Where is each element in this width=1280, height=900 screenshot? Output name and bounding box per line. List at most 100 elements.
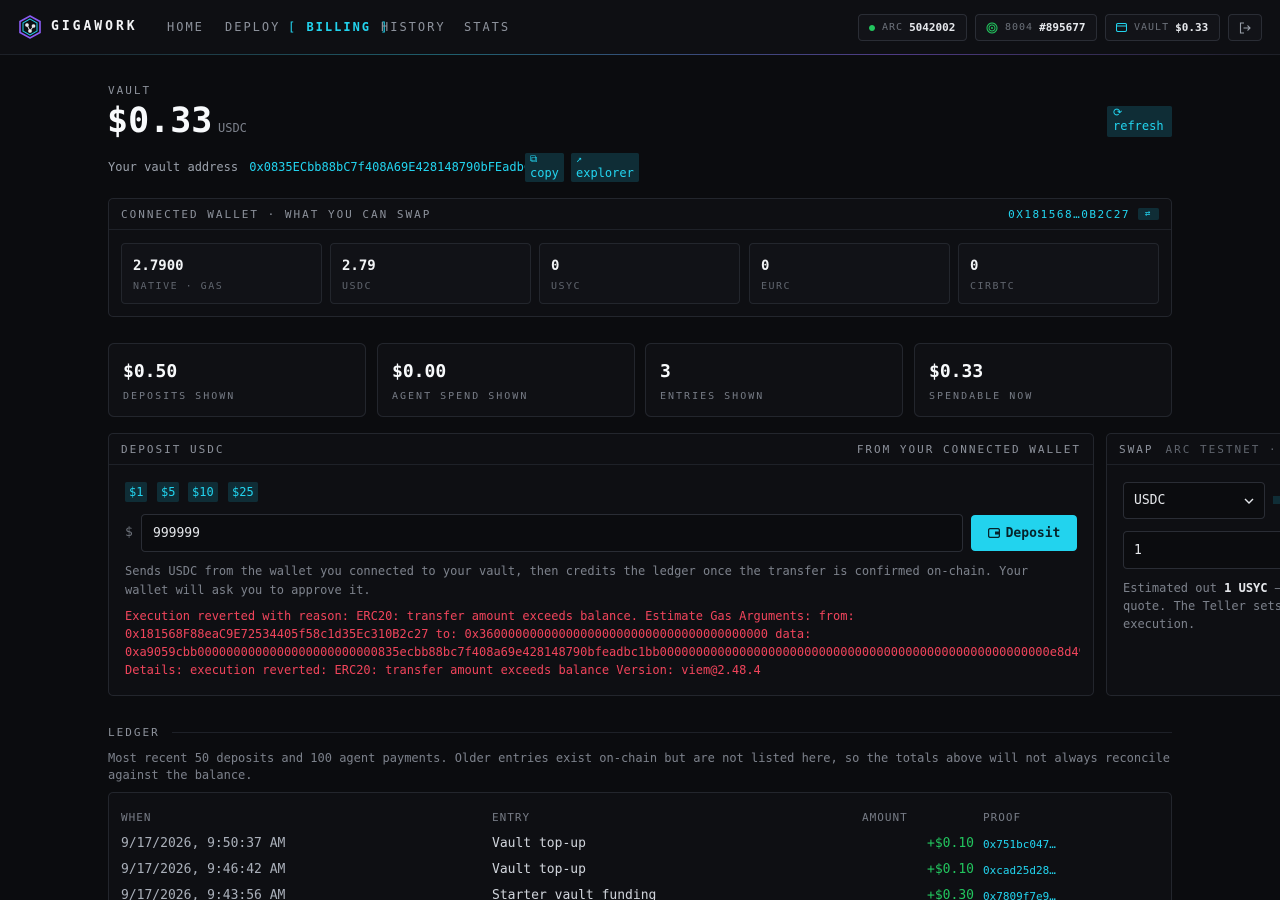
- nav-link-home[interactable]: HOME: [167, 20, 204, 34]
- row-proof-link[interactable]: 0x751bc047…: [983, 838, 1056, 851]
- row-proof-link[interactable]: 0x7809f7e9…: [983, 890, 1056, 900]
- stat-label: AGENT SPEND SHOWN: [392, 391, 529, 402]
- vault-pill-value: $0.33: [1175, 21, 1209, 34]
- gigawork-logo-icon[interactable]: [19, 15, 41, 39]
- agent-id-value: #895677: [1039, 21, 1086, 34]
- token-label: NATIVE · GAS: [133, 281, 224, 292]
- swap-estimate-line-2: quote. The Teller sets: [1123, 599, 1280, 613]
- nav-glow-divider: [0, 54, 1280, 55]
- deposit-button-label: Deposit: [1005, 525, 1061, 541]
- arc-chain-value: 5042002: [909, 21, 956, 34]
- preset-chip-10[interactable]: $10: [188, 482, 218, 502]
- stat-label: SPENDABLE NOW: [929, 391, 1034, 402]
- swap-direction-button[interactable]: [1273, 496, 1280, 504]
- swap-network: ARC TESTNET ·: [1165, 442, 1278, 456]
- swap-token-select[interactable]: USDC: [1123, 482, 1265, 519]
- row-when: 9/17/2026, 9:46:42 AM: [121, 862, 286, 877]
- nav-bracket-left: [: [288, 20, 307, 34]
- swap-estimate-prefix: Estimated out: [1123, 581, 1217, 595]
- nav-link-billing[interactable]: [ BILLING ]: [288, 20, 389, 34]
- token-card-usyc: 0 USYC: [539, 243, 740, 304]
- row-when: 9/17/2026, 9:50:37 AM: [121, 836, 286, 851]
- error-line: 0xa9059cbb0000000000000000000000000835ec…: [125, 645, 1080, 659]
- copy-label: copy: [530, 166, 559, 180]
- token-balance: 0: [761, 258, 770, 274]
- arc-chain-pill[interactable]: ARC 5042002: [858, 14, 967, 41]
- swap-estimate-line: Estimated out 1 USYC —: [1123, 579, 1280, 597]
- deposit-amount-input[interactable]: [141, 514, 963, 552]
- nav-link-billing-label: BILLING: [306, 20, 372, 34]
- row-amount: +$0.10: [927, 862, 974, 877]
- token-card-cirbtc: 0 CIRBTC: [958, 243, 1159, 304]
- connected-wallet-address[interactable]: 0X181568…0B2C27: [1008, 208, 1130, 221]
- copy-address-button[interactable]: ⧉ copy: [525, 153, 564, 182]
- switch-wallet-icon[interactable]: ⇄: [1138, 208, 1159, 220]
- fingerprint-icon: [986, 22, 998, 33]
- nav-link-stats[interactable]: STATS: [464, 20, 510, 34]
- stat-spendable: $0.33 SPENDABLE NOW: [914, 343, 1172, 417]
- deposit-title: DEPOSIT USDC: [121, 442, 225, 456]
- refresh-button[interactable]: ⟳ refresh: [1107, 106, 1172, 137]
- column-header-when: WHEN: [121, 811, 152, 824]
- explorer-label: explorer: [576, 166, 634, 180]
- vault-balance-pill[interactable]: VAULT $0.33: [1105, 14, 1220, 41]
- preset-chip-5[interactable]: $5: [157, 482, 180, 502]
- external-link-icon: ↗: [576, 154, 583, 165]
- swap-estimate-value: 1 USYC: [1224, 581, 1268, 595]
- status-dot-icon: [869, 24, 875, 31]
- token-balance: 0: [551, 258, 560, 274]
- preset-chip-25[interactable]: $25: [228, 482, 258, 502]
- column-header-amount: AMOUNT: [862, 811, 908, 824]
- row-entry: Vault top-up: [492, 836, 586, 851]
- vault-address[interactable]: 0x0835ECbb88bC7f408A69E428148790bFEadbC1…: [249, 160, 552, 174]
- brand-name[interactable]: GIGAWORK: [51, 19, 138, 34]
- stat-agent-spend: $0.00 AGENT SPEND SHOWN: [377, 343, 635, 417]
- error-line: Details: execution reverted: ERC20: tran…: [125, 663, 761, 677]
- arc-chain-label: ARC: [882, 22, 904, 33]
- swap-estimate-line-3: execution.: [1123, 617, 1196, 631]
- vault-unit: USDC: [218, 121, 247, 135]
- column-header-proof: PROOF: [983, 811, 1022, 824]
- stat-deposits: $0.50 DEPOSITS SHOWN: [108, 343, 366, 417]
- stat-value: $0.33: [929, 361, 984, 382]
- vault-address-prefix: Your vault address: [108, 160, 239, 174]
- stat-value: $0.50: [123, 361, 178, 382]
- token-balance: 2.79: [342, 258, 376, 274]
- swap-header: SWAP ARC TESTNET ·: [1107, 434, 1280, 465]
- currency-symbol: $: [125, 525, 133, 540]
- token-balance: 0: [970, 258, 979, 274]
- stat-entries: 3 ENTRIES SHOWN: [645, 343, 903, 417]
- deposit-button[interactable]: Deposit: [971, 515, 1077, 551]
- logout-button[interactable]: [1228, 14, 1262, 41]
- deposit-subtitle: FROM YOUR CONNECTED WALLET: [856, 442, 1081, 456]
- nav-link-deploy[interactable]: DEPLOY: [225, 20, 280, 34]
- vault-address-line: Your vault address 0x0835ECbb88bC7f408A6…: [108, 160, 553, 174]
- connected-wallet-header: CONNECTED WALLET · WHAT YOU CAN SWAP 0X1…: [109, 199, 1171, 230]
- token-label: EURC: [761, 281, 792, 292]
- row-amount: +$0.10: [927, 836, 974, 851]
- token-label: USYC: [551, 281, 582, 292]
- agent-id-pill[interactable]: 8004 #895677: [975, 14, 1097, 41]
- row-entry: Vault top-up: [492, 862, 586, 877]
- token-label: CIRBTC: [970, 281, 1016, 292]
- token-card-usdc: 2.79 USDC: [330, 243, 531, 304]
- explorer-link-button[interactable]: ↗ explorer: [571, 153, 639, 182]
- stat-label: ENTRIES SHOWN: [660, 391, 765, 402]
- row-amount: +$0.30: [927, 888, 974, 900]
- vault-pill-label: VAULT: [1134, 22, 1170, 33]
- nav-link-history[interactable]: HISTORY: [381, 20, 446, 34]
- column-header-entry: ENTRY: [492, 811, 531, 824]
- token-label: USDC: [342, 281, 373, 292]
- row-entry: Starter vault funding: [492, 888, 657, 900]
- error-line: Execution reverted with reason: ERC20: t…: [125, 609, 855, 623]
- preset-chip-1[interactable]: $1: [125, 482, 148, 502]
- swap-token-value: USDC: [1134, 493, 1166, 508]
- deposit-error-message: Execution reverted with reason: ERC20: t…: [125, 607, 1080, 679]
- stat-value: $0.00: [392, 361, 447, 382]
- token-card-eurc: 0 EURC: [749, 243, 950, 304]
- token-card-native: 2.7900 NATIVE · GAS: [121, 243, 322, 304]
- vault-amount: $0.33: [107, 101, 213, 141]
- row-proof-link[interactable]: 0xcad25d28…: [983, 864, 1056, 877]
- swap-amount-input[interactable]: [1123, 531, 1280, 569]
- error-line: 0x181568F88eaC9E72534405f58c1d35Ec310B2c…: [125, 627, 812, 641]
